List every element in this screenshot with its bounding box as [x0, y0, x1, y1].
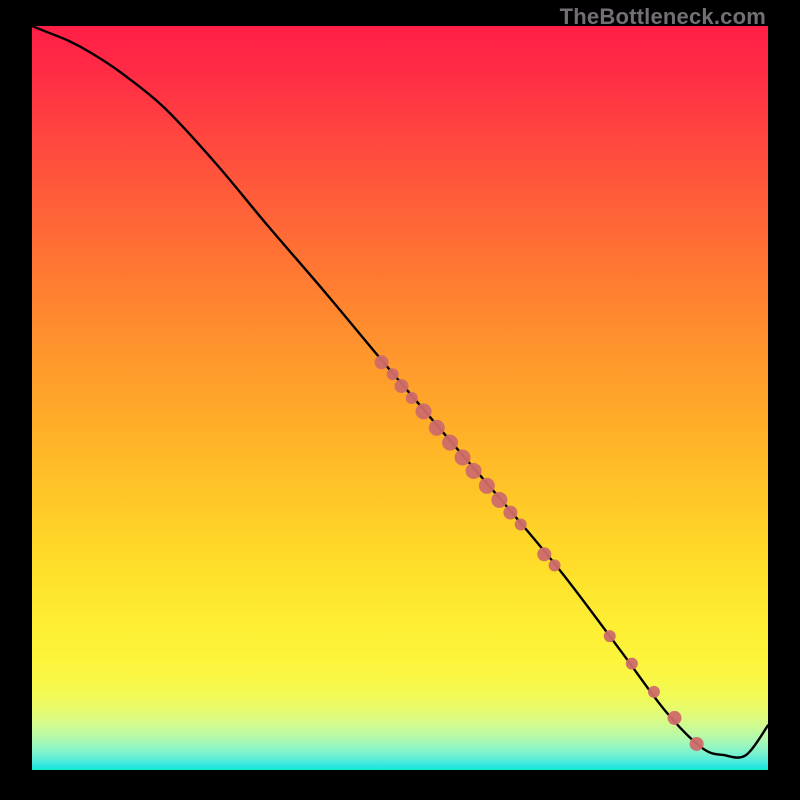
curve-marker — [604, 630, 616, 642]
curve-marker — [442, 435, 458, 451]
curve-marker — [549, 559, 561, 571]
curve-marker — [491, 492, 507, 508]
curve-marker — [466, 463, 482, 479]
curve-marker — [416, 403, 432, 419]
chart-stage: TheBottleneck.com — [0, 0, 800, 800]
marker-layer — [375, 355, 704, 751]
curve-marker — [455, 450, 471, 466]
plot-area — [32, 26, 768, 770]
curve-marker — [406, 392, 418, 404]
curve-layer — [32, 26, 768, 770]
curve-marker — [626, 658, 638, 670]
curve-marker — [387, 368, 399, 380]
curve-marker — [690, 737, 704, 751]
curve-marker — [429, 420, 445, 436]
curve-marker — [479, 478, 495, 494]
curve-marker — [394, 379, 408, 393]
curve-marker — [503, 506, 517, 520]
curve-marker — [648, 686, 660, 698]
curve-marker — [515, 518, 527, 530]
watermark-label: TheBottleneck.com — [560, 4, 766, 30]
curve-marker — [668, 711, 682, 725]
curve-marker — [375, 355, 389, 369]
curve-marker — [537, 547, 551, 561]
